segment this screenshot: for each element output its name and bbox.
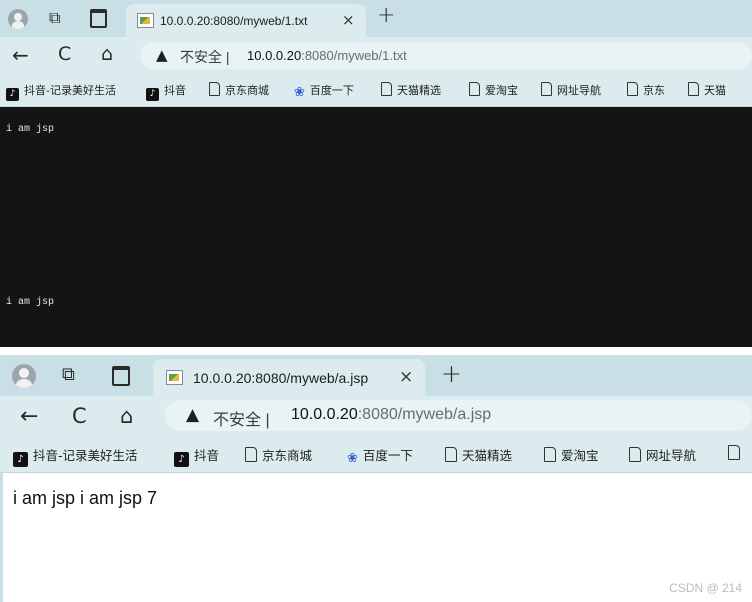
profile-avatar-icon[interactable] [12,364,36,388]
image-file-icon [166,370,183,385]
bookmark-item[interactable]: 天猫精选 [381,82,441,98]
bookmark-item[interactable]: ♪ 抖音-记录美好生活 [13,445,138,467]
tab-active[interactable]: 10.0.0.20:8080/myweb/a.jsp × [153,359,425,396]
tab-title: 10.0.0.20:8080/myweb/1.txt [160,14,308,28]
bookmark-item[interactable]: ♪ 抖音-记录美好生活 [6,82,116,101]
bookmark-item[interactable]: 天猫精选 [445,445,512,464]
tab-strip: ⧉ 10.0.0.20:8080/myweb/a.jsp × + [0,355,752,396]
security-status[interactable]: 不安全 | [213,406,270,430]
page-icon [381,82,392,96]
bookmark-item[interactable]: 天猫 [688,82,726,98]
page-icon [544,447,556,462]
home-icon[interactable]: ⌂ [120,404,133,428]
bookmark-item[interactable]: 爱淘宝 [469,82,518,98]
baidu-paw-icon: ❀ [347,451,358,466]
profile-avatar-icon[interactable] [8,9,28,29]
page-icon [541,82,552,96]
page-text: i am jsp i am jsp 7 [13,488,158,508]
page-icon [728,445,740,460]
page-content-dark: i am jsp i am jsp [0,107,752,347]
page-content: i am jsp i am jsp 7 CSDN @ 214 [0,473,752,602]
page-icon [445,447,457,462]
security-status[interactable]: 不安全 | [180,47,230,67]
reload-icon[interactable]: C [72,404,87,428]
content-line: i am jsp [6,124,55,135]
watermark-text: CSDN @ 214 [669,581,742,595]
tab-active[interactable]: 10.0.0.20:8080/myweb/1.txt × [126,4,366,37]
warning-triangle-icon[interactable]: ▲ [186,405,199,425]
bookmark-item[interactable]: 京东商城 [245,445,312,464]
home-icon[interactable]: ⌂ [101,43,113,65]
baidu-paw-icon: ❀ [294,85,305,100]
tiktok-icon: ♪ [146,88,159,101]
tab-strip: ⧉ 10.0.0.20:8080/myweb/1.txt × + [0,0,752,37]
page-icon [627,82,638,96]
page-icon [629,447,641,462]
page-icon [245,447,257,462]
nav-toolbar: ← C ⌂ ▲ 不安全 | 10.0.0.20:8080/myweb/1.txt [0,37,752,74]
address-bar[interactable]: ▲ 不安全 | 10.0.0.20:8080/myweb/1.txt [140,42,752,69]
bookmark-item[interactable]: ♪ 抖音 [174,445,219,467]
bookmarks-bar: ♪ 抖音-记录美好生活 ♪ 抖音 京东商城 ❀ 百度一下 天猫精选 爱淘宝 网址导航 [0,436,752,473]
new-tab-button[interactable]: + [441,359,462,388]
tab-title: 10.0.0.20:8080/myweb/a.jsp [193,370,369,386]
bookmark-item[interactable]: 京东商城 [209,82,269,98]
bookmarks-bar: ♪ 抖音-记录美好生活 ♪ 抖音 京东商城 ❀ 百度一下 天猫精选 爱淘宝 网址导航 … [0,74,752,107]
page-icon [688,82,699,96]
content-line: i am jsp [6,297,55,308]
reload-icon[interactable]: C [58,43,71,65]
warning-triangle-icon[interactable]: ▲ [156,46,168,64]
tiktok-icon: ♪ [174,452,189,467]
image-file-icon [137,13,154,28]
back-arrow-icon[interactable]: ← [12,43,29,67]
page-icon [209,82,220,96]
tab-actions-icon[interactable] [112,366,130,386]
bookmark-item[interactable]: 京东 [627,82,665,98]
bookmark-item[interactable]: 网址导航 [629,445,696,464]
window-gap [0,347,752,355]
url-text[interactable]: 10.0.0.20:8080/myweb/1.txt [247,48,407,63]
workspaces-icon[interactable]: ⧉ [62,364,75,385]
workspaces-icon[interactable]: ⧉ [49,8,60,28]
tab-close-icon[interactable]: × [342,11,355,29]
tab-actions-icon[interactable] [90,9,107,28]
browser-window-bottom: ⧉ 10.0.0.20:8080/myweb/a.jsp × + ← C ⌂ ▲… [0,355,752,602]
nav-toolbar: ← C ⌂ ▲ 不安全 | 10.0.0.20:8080/myweb/a.jsp [0,396,752,436]
bookmark-item[interactable]: ♪ 抖音 [146,82,186,101]
new-tab-button[interactable]: + [377,3,395,28]
page-icon [469,82,480,96]
bookmark-item[interactable] [728,445,745,461]
tab-close-icon[interactable]: × [399,367,413,387]
bookmark-item[interactable]: 网址导航 [541,82,601,98]
window-edge [0,473,3,602]
bookmark-item[interactable]: 爱淘宝 [544,445,599,464]
bookmark-item[interactable]: ❀ 百度一下 [347,445,413,466]
back-arrow-icon[interactable]: ← [20,404,38,429]
tiktok-icon: ♪ [13,452,28,467]
tiktok-icon: ♪ [6,88,19,101]
address-bar[interactable]: ▲ 不安全 | 10.0.0.20:8080/myweb/a.jsp [165,400,752,431]
url-text[interactable]: 10.0.0.20:8080/myweb/a.jsp [291,406,491,424]
bookmark-item[interactable]: ❀ 百度一下 [294,82,354,100]
browser-window-top: ⧉ 10.0.0.20:8080/myweb/1.txt × + ← C ⌂ ▲… [0,0,752,347]
